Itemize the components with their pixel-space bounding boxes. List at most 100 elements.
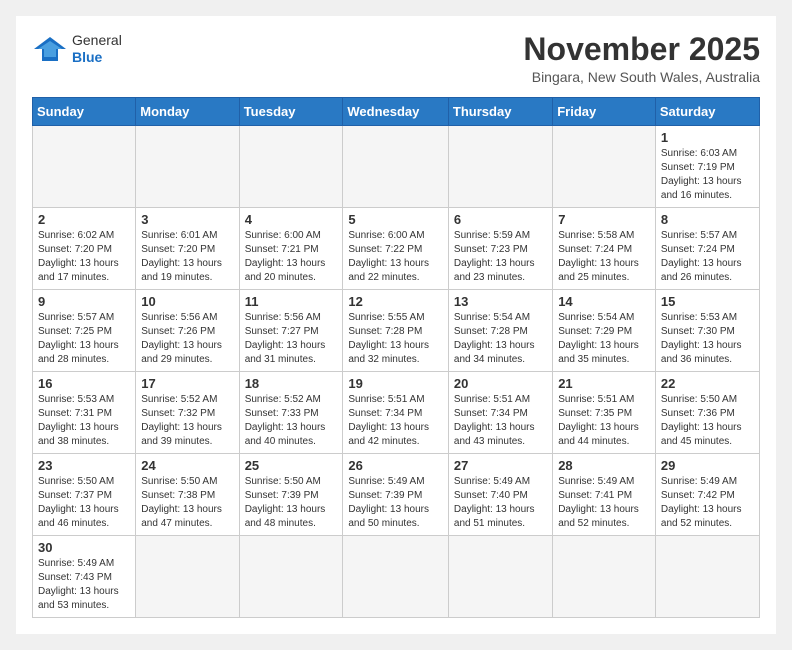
week-row-3: 16Sunrise: 5:53 AM Sunset: 7:31 PM Dayli…	[33, 372, 760, 454]
day-cell: 17 Sunrise: 5:52 AM Sunset: 7:32 PM Dayli…	[136, 372, 239, 454]
day-info: Sunrise: 5:55 AM Sunset: 7:28 PM Dayligh…	[348, 311, 443, 367]
day-number: 3	[141, 212, 233, 227]
day-info: Sunrise: 5:50 AM Sunset: 7:38 PM Dayligh…	[141, 475, 233, 531]
day-number: 9	[38, 294, 130, 309]
day-cell	[239, 126, 343, 208]
day-info: Sunrise: 5:51 AM Sunset: 7:34 PM Dayligh…	[348, 393, 443, 449]
day-cell: 19 Sunrise: 5:51 AM Sunset: 7:34 PM Dayli…	[343, 372, 449, 454]
day-cell: 14Sunrise: 5:54 AM Sunset: 7:29 PM Dayli…	[553, 290, 656, 372]
day-cell: 9Sunrise: 5:57 AM Sunset: 7:25 PM Daylig…	[33, 290, 136, 372]
logo-text: General Blue	[72, 32, 122, 66]
day-info: Sunrise: 5:52 AM Sunset: 7:33 PM Dayligh…	[245, 393, 338, 449]
calendar-page: General Blue November 2025 Bingara, New …	[16, 16, 776, 634]
day-info: Sunrise: 6:02 AM Sunset: 7:20 PM Dayligh…	[38, 229, 130, 285]
logo: General Blue	[32, 32, 122, 66]
day-info: Sunrise: 5:59 AM Sunset: 7:23 PM Dayligh…	[454, 229, 547, 285]
day-number: 12	[348, 294, 443, 309]
day-number: 21	[558, 376, 650, 391]
day-number: 10	[141, 294, 233, 309]
header-thursday: Thursday	[448, 98, 552, 126]
week-row-2: 9Sunrise: 5:57 AM Sunset: 7:25 PM Daylig…	[33, 290, 760, 372]
day-cell: 1Sunrise: 6:03 AM Sunset: 7:19 PM Daylig…	[655, 126, 759, 208]
day-info: Sunrise: 5:49 AM Sunset: 7:41 PM Dayligh…	[558, 475, 650, 531]
header-friday: Friday	[553, 98, 656, 126]
day-cell: 21 Sunrise: 5:51 AM Sunset: 7:35 PM Dayli…	[553, 372, 656, 454]
logo-icon	[32, 35, 68, 63]
day-number: 1	[661, 130, 754, 145]
day-number: 17	[141, 376, 233, 391]
day-info: Sunrise: 5:49 AM Sunset: 7:43 PM Dayligh…	[38, 557, 130, 613]
header-monday: Monday	[136, 98, 239, 126]
day-cell: 6 Sunrise: 5:59 AM Sunset: 7:23 PM Daylig…	[448, 208, 552, 290]
day-cell: 23Sunrise: 5:50 AM Sunset: 7:37 PM Dayli…	[33, 454, 136, 536]
day-number: 29	[661, 458, 754, 473]
header-wednesday: Wednesday	[343, 98, 449, 126]
day-info: Sunrise: 5:56 AM Sunset: 7:27 PM Dayligh…	[245, 311, 338, 367]
calendar-table: SundayMondayTuesdayWednesdayThursdayFrid…	[32, 97, 760, 618]
day-cell: 26Sunrise: 5:49 AM Sunset: 7:39 PM Dayli…	[343, 454, 449, 536]
day-cell	[136, 536, 239, 618]
day-cell: 13 Sunrise: 5:54 AM Sunset: 7:28 PM Dayli…	[448, 290, 552, 372]
day-cell: 12 Sunrise: 5:55 AM Sunset: 7:28 PM Dayli…	[343, 290, 449, 372]
day-number: 28	[558, 458, 650, 473]
day-number: 11	[245, 294, 338, 309]
day-cell: 3 Sunrise: 6:01 AM Sunset: 7:20 PM Daylig…	[136, 208, 239, 290]
day-number: 8	[661, 212, 754, 227]
day-number: 2	[38, 212, 130, 227]
day-number: 30	[38, 540, 130, 555]
day-number: 20	[454, 376, 547, 391]
day-info: Sunrise: 6:01 AM Sunset: 7:20 PM Dayligh…	[141, 229, 233, 285]
day-cell	[239, 536, 343, 618]
day-info: Sunrise: 5:51 AM Sunset: 7:35 PM Dayligh…	[558, 393, 650, 449]
day-number: 4	[245, 212, 338, 227]
week-row-0: 1Sunrise: 6:03 AM Sunset: 7:19 PM Daylig…	[33, 126, 760, 208]
day-cell	[343, 126, 449, 208]
page-header: General Blue November 2025 Bingara, New …	[32, 32, 760, 85]
day-cell: 11 Sunrise: 5:56 AM Sunset: 7:27 PM Dayli…	[239, 290, 343, 372]
day-cell: 24 Sunrise: 5:50 AM Sunset: 7:38 PM Dayli…	[136, 454, 239, 536]
day-info: Sunrise: 5:53 AM Sunset: 7:30 PM Dayligh…	[661, 311, 754, 367]
day-info: Sunrise: 5:54 AM Sunset: 7:28 PM Dayligh…	[454, 311, 547, 367]
day-number: 14	[558, 294, 650, 309]
day-cell: 5Sunrise: 6:00 AM Sunset: 7:22 PM Daylig…	[343, 208, 449, 290]
day-cell: 28 Sunrise: 5:49 AM Sunset: 7:41 PM Dayli…	[553, 454, 656, 536]
day-cell	[343, 536, 449, 618]
day-number: 25	[245, 458, 338, 473]
header-saturday: Saturday	[655, 98, 759, 126]
logo-general: General	[72, 32, 122, 48]
day-cell: 27Sunrise: 5:49 AM Sunset: 7:40 PM Dayli…	[448, 454, 552, 536]
day-info: Sunrise: 5:50 AM Sunset: 7:39 PM Dayligh…	[245, 475, 338, 531]
day-info: Sunrise: 6:00 AM Sunset: 7:22 PM Dayligh…	[348, 229, 443, 285]
day-info: Sunrise: 5:50 AM Sunset: 7:36 PM Dayligh…	[661, 393, 754, 449]
day-info: Sunrise: 5:49 AM Sunset: 7:42 PM Dayligh…	[661, 475, 754, 531]
day-cell: 30 Sunrise: 5:49 AM Sunset: 7:43 PM Dayli…	[33, 536, 136, 618]
title-area: November 2025 Bingara, New South Wales, …	[523, 32, 760, 85]
day-cell: 20 Sunrise: 5:51 AM Sunset: 7:34 PM Dayli…	[448, 372, 552, 454]
day-cell: 2 Sunrise: 6:02 AM Sunset: 7:20 PM Daylig…	[33, 208, 136, 290]
day-number: 19	[348, 376, 443, 391]
day-cell: 15Sunrise: 5:53 AM Sunset: 7:30 PM Dayli…	[655, 290, 759, 372]
day-info: Sunrise: 5:52 AM Sunset: 7:32 PM Dayligh…	[141, 393, 233, 449]
day-cell: 29 Sunrise: 5:49 AM Sunset: 7:42 PM Dayli…	[655, 454, 759, 536]
day-cell	[33, 126, 136, 208]
day-number: 26	[348, 458, 443, 473]
day-number: 7	[558, 212, 650, 227]
day-cell	[448, 126, 552, 208]
day-number: 13	[454, 294, 547, 309]
day-cell: 4Sunrise: 6:00 AM Sunset: 7:21 PM Daylig…	[239, 208, 343, 290]
day-info: Sunrise: 5:51 AM Sunset: 7:34 PM Dayligh…	[454, 393, 547, 449]
location: Bingara, New South Wales, Australia	[523, 69, 760, 85]
day-cell: 8 Sunrise: 5:57 AM Sunset: 7:24 PM Daylig…	[655, 208, 759, 290]
day-number: 6	[454, 212, 547, 227]
day-number: 18	[245, 376, 338, 391]
day-number: 27	[454, 458, 547, 473]
week-row-5: 30 Sunrise: 5:49 AM Sunset: 7:43 PM Dayli…	[33, 536, 760, 618]
day-number: 16	[38, 376, 130, 391]
day-cell: 22 Sunrise: 5:50 AM Sunset: 7:36 PM Dayli…	[655, 372, 759, 454]
day-number: 23	[38, 458, 130, 473]
day-number: 24	[141, 458, 233, 473]
day-cell	[553, 536, 656, 618]
day-info: Sunrise: 5:57 AM Sunset: 7:24 PM Dayligh…	[661, 229, 754, 285]
month-title: November 2025	[523, 32, 760, 67]
day-number: 22	[661, 376, 754, 391]
